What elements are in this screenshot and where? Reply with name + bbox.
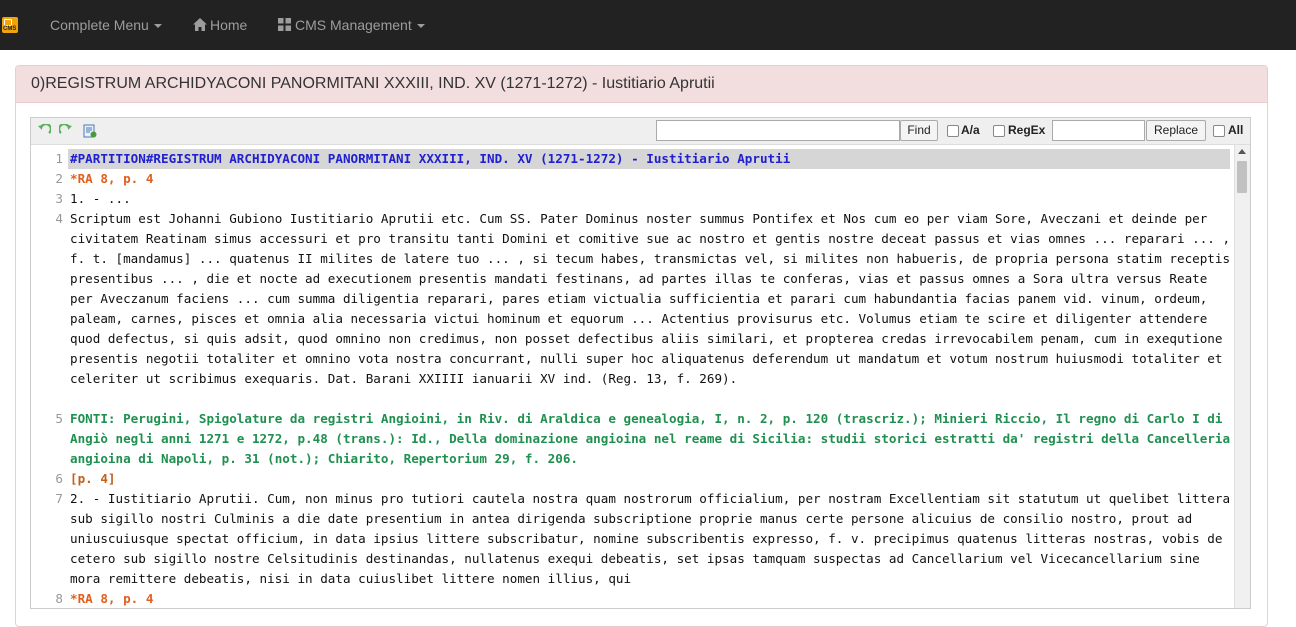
home-icon: [193, 18, 207, 31]
panel-heading: 0)REGISTRUM ARCHIDYACONI PANORMITANI XXX…: [16, 66, 1267, 103]
code-line-page[interactable]: [p. 4]: [70, 469, 1235, 489]
find-input[interactable]: [656, 120, 900, 141]
line-number: 3: [55, 191, 63, 206]
line-number: 1: [55, 151, 63, 166]
save-document-icon[interactable]: [83, 124, 97, 138]
home-label: Home: [210, 17, 248, 33]
code-line-reference[interactable]: *RA 8, p. 4: [70, 169, 1235, 189]
grid-icon: [278, 18, 291, 31]
logo-text: CMS: [3, 26, 17, 32]
replace-input[interactable]: [1052, 120, 1145, 141]
vertical-scrollbar[interactable]: [1234, 145, 1250, 608]
chevron-down-icon: [416, 24, 425, 29]
code-line-text[interactable]: Scriptum est Johanni Gubiono Iustitiario…: [70, 209, 1235, 389]
line-number: 6: [55, 471, 63, 486]
replace-all-label: All: [1228, 123, 1244, 137]
line-number: 7: [55, 491, 63, 506]
undo-icon[interactable]: [37, 124, 51, 138]
line-number: 2: [55, 171, 63, 186]
complete-menu-label: Complete Menu: [50, 17, 149, 33]
find-button[interactable]: Find: [900, 120, 938, 141]
match-case-checkbox[interactable]: [947, 125, 959, 137]
complete-menu-dropdown[interactable]: Complete Menu: [50, 0, 162, 50]
code-line-reference[interactable]: *RA 8, p. 4: [70, 589, 1235, 608]
code-line-partition[interactable]: #PARTITION#REGISTRUM ARCHIDYACONI PANORM…: [70, 149, 1235, 169]
editor-toolbar: Find A/a RegEx Replace All: [31, 118, 1250, 145]
line-number-gutter: 1 2 3 4 5 6 7 8: [31, 145, 66, 608]
code-area[interactable]: 1 2 3 4 5 6 7 8 #PARTITION#REGISTRUM ARC…: [31, 145, 1250, 608]
regex-checkbox[interactable]: [993, 125, 1005, 137]
redo-icon[interactable]: [59, 124, 73, 138]
code-line-fonti[interactable]: FONTI: Perugini, Spigolature da registri…: [70, 409, 1235, 469]
code-line-text[interactable]: 2. - Iustitiario Aprutii. Cum, non minus…: [70, 489, 1235, 589]
regex-label: RegEx: [1008, 123, 1046, 137]
scrollbar-thumb[interactable]: [1237, 161, 1247, 193]
line-number: 5: [55, 411, 63, 426]
chevron-down-icon: [153, 24, 162, 29]
line-number: 4: [55, 211, 63, 226]
replace-all-checkbox[interactable]: [1213, 125, 1225, 137]
cms-management-label: CMS Management: [295, 17, 412, 33]
panel-title: 0)REGISTRUM ARCHIDYACONI PANORMITANI XXX…: [31, 75, 715, 92]
home-link[interactable]: Home: [193, 0, 247, 50]
cms-management-dropdown[interactable]: CMS Management: [278, 0, 425, 50]
match-case-label: A/a: [961, 123, 980, 137]
cms-logo-icon[interactable]: CMS: [2, 17, 18, 33]
replace-button[interactable]: Replace: [1146, 120, 1206, 141]
top-navbar: CMS Complete Menu Home CMS Management: [0, 0, 1296, 50]
code-line-text[interactable]: 1. - ...: [70, 189, 1235, 209]
line-number: 8: [55, 591, 63, 606]
scroll-up-arrow-icon[interactable]: [1238, 149, 1246, 154]
code-editor: Find A/a RegEx Replace All 1 2 3 4 5 6 7…: [30, 117, 1251, 609]
